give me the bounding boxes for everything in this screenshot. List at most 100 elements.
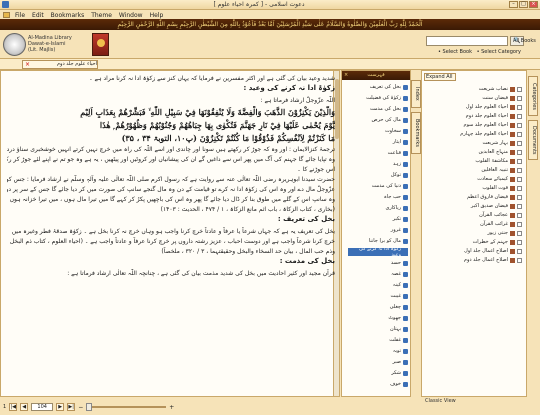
tab-current-book[interactable]: × احیاء علوم جلد دوم bbox=[22, 60, 98, 69]
expand-icon[interactable] bbox=[517, 86, 522, 92]
toc-item[interactable]: زکوٰۃ ادا نہ کرنے کی وعید bbox=[348, 246, 408, 258]
toc-item[interactable]: مال کو برا جاننا bbox=[348, 237, 408, 245]
sidetab-bookmarks[interactable]: Bookmarks bbox=[411, 112, 421, 154]
expand-icon[interactable] bbox=[517, 212, 522, 218]
toc-item[interactable]: بخل کی تعریف bbox=[348, 83, 408, 91]
toc-item[interactable]: دنیا کی مذمت bbox=[348, 182, 408, 190]
toc-item[interactable]: غیبت bbox=[348, 292, 408, 300]
last-page-button[interactable]: ▶| bbox=[67, 403, 76, 411]
expand-icon[interactable] bbox=[517, 185, 522, 191]
toc-item[interactable]: شکر bbox=[348, 369, 408, 377]
sidetab-categories[interactable]: Categories bbox=[528, 76, 538, 116]
zoom-out-icon[interactable]: − bbox=[78, 404, 83, 411]
book-list-item[interactable]: جنتی زیور bbox=[426, 229, 522, 237]
book-list-item[interactable]: نصاب شریعت bbox=[426, 85, 522, 93]
expand-icon[interactable] bbox=[517, 248, 522, 254]
zoom-in-icon[interactable]: + bbox=[169, 404, 174, 411]
prev-page-button[interactable]: ◀ bbox=[20, 403, 29, 411]
next-page-button[interactable]: ▶ bbox=[56, 403, 65, 411]
expand-all-button[interactable]: Expand All bbox=[424, 73, 456, 81]
toc-item[interactable]: غفلت bbox=[348, 336, 408, 344]
menu-bookmarks[interactable]: Bookmarks bbox=[51, 12, 85, 19]
all-books-label[interactable]: All Books bbox=[513, 38, 536, 44]
book-list-item[interactable]: اصلاح اعمال جلد اول bbox=[426, 247, 522, 255]
expand-icon[interactable] bbox=[517, 221, 522, 227]
book-list-item[interactable]: فیضان سنت bbox=[426, 94, 522, 102]
first-page-button[interactable]: |◀ bbox=[9, 403, 18, 411]
book-list-item[interactable]: بہار شریعت bbox=[426, 139, 522, 147]
toc-item[interactable]: ایثار bbox=[348, 138, 408, 146]
expand-icon[interactable] bbox=[517, 230, 522, 236]
toc-item[interactable]: قناعت bbox=[348, 149, 408, 157]
expand-icon[interactable] bbox=[517, 113, 522, 119]
zoom-slider[interactable] bbox=[86, 403, 167, 411]
toc-item[interactable]: مال کی حرص bbox=[348, 116, 408, 124]
expand-icon[interactable] bbox=[517, 257, 522, 263]
menu-edit[interactable]: Edit bbox=[32, 12, 44, 19]
expand-icon[interactable] bbox=[517, 194, 522, 200]
book-list-item[interactable]: جہنم کے خطرات bbox=[426, 238, 522, 246]
book-list-item[interactable]: مکاشفۃ القلوب bbox=[426, 157, 522, 165]
book-list-item[interactable]: اصلاح اعمال جلد دوم bbox=[426, 256, 522, 264]
toc-item[interactable]: بخل کی مذمت bbox=[348, 105, 408, 113]
select-book-link[interactable]: • Select Book bbox=[438, 49, 472, 55]
minimize-button[interactable]: – bbox=[509, 1, 518, 8]
toc-item[interactable]: سخاوت bbox=[348, 127, 408, 135]
sidetab-index[interactable]: Index bbox=[411, 80, 421, 108]
page-number-input[interactable]: 104 bbox=[31, 403, 54, 411]
book-list-item[interactable]: احیاء العلوم جلد سوم bbox=[426, 121, 522, 129]
toc-item[interactable]: چغلی bbox=[348, 303, 408, 311]
toc-item[interactable]: کینہ bbox=[348, 281, 408, 289]
book-list-item[interactable]: احیاء العلوم جلد دوم bbox=[426, 112, 522, 120]
book-list-item[interactable]: قوت القلوب bbox=[426, 184, 522, 192]
toc-item[interactable]: بہتان bbox=[348, 325, 408, 333]
toc-item[interactable]: توبہ bbox=[348, 347, 408, 355]
toc-item[interactable]: غصہ bbox=[348, 270, 408, 278]
classic-view-label[interactable]: Classic View bbox=[425, 398, 456, 404]
toc-item[interactable]: تکبر bbox=[348, 215, 408, 223]
menu-theme[interactable]: Theme bbox=[91, 12, 112, 19]
toc-item[interactable]: زکوٰۃ کی فضیلت bbox=[348, 94, 408, 102]
toc-item[interactable]: توکل bbox=[348, 171, 408, 179]
toc-item[interactable]: صبر bbox=[348, 358, 408, 366]
toc-item[interactable]: خوف bbox=[348, 380, 408, 388]
toc-item[interactable]: حب جاہ bbox=[348, 193, 408, 201]
menu-help[interactable]: Help bbox=[150, 12, 164, 19]
search-input[interactable] bbox=[426, 36, 508, 46]
book-list-item[interactable]: فیضان فاروق اعظم bbox=[426, 193, 522, 201]
book-list-item[interactable]: منہاج العابدین bbox=[426, 148, 522, 156]
expand-icon[interactable] bbox=[517, 239, 522, 245]
expand-icon[interactable] bbox=[517, 149, 522, 155]
page-prefix: 1 bbox=[3, 404, 7, 410]
book-list-item[interactable]: فیضان صدیق اکبر bbox=[426, 202, 522, 210]
book-list-item[interactable]: تنبیہ الغافلین bbox=[426, 166, 522, 174]
toc-item[interactable]: حسد bbox=[348, 259, 408, 267]
book-list-item[interactable]: کیمیائے سعادت bbox=[426, 175, 522, 183]
book-list-item[interactable]: عجائب القرآن bbox=[426, 211, 522, 219]
expand-icon[interactable] bbox=[517, 167, 522, 173]
toc-item[interactable]: زہد bbox=[348, 160, 408, 168]
toc-close-icon[interactable]: × bbox=[344, 71, 348, 80]
close-tab-icon[interactable]: × bbox=[25, 61, 30, 68]
sidetab-documents[interactable]: Documents bbox=[528, 120, 538, 160]
expand-icon[interactable] bbox=[517, 140, 522, 146]
toc-item[interactable]: جھوٹ bbox=[348, 314, 408, 322]
toc-item[interactable]: غرور bbox=[348, 226, 408, 234]
expand-icon[interactable] bbox=[517, 131, 522, 137]
menu-file[interactable]: File bbox=[15, 12, 25, 19]
menu-window[interactable]: Window bbox=[119, 12, 143, 19]
expand-icon[interactable] bbox=[517, 104, 522, 110]
expand-icon[interactable] bbox=[517, 122, 522, 128]
toc-item[interactable]: ریاکاری bbox=[348, 204, 408, 212]
maximize-button[interactable]: □ bbox=[519, 1, 528, 8]
expand-icon[interactable] bbox=[517, 95, 522, 101]
close-button[interactable]: × bbox=[529, 1, 538, 8]
book-list-item[interactable]: احیاء العلوم جلد چہارم bbox=[426, 130, 522, 138]
select-category-link[interactable]: • Select Category bbox=[477, 49, 521, 55]
expand-icon[interactable] bbox=[517, 158, 522, 164]
zoom-slider-knob[interactable] bbox=[86, 403, 93, 411]
book-list-item[interactable]: احیاء العلوم جلد اول bbox=[426, 103, 522, 111]
book-list-item[interactable]: غرائب القرآن bbox=[426, 220, 522, 228]
expand-icon[interactable] bbox=[517, 176, 522, 182]
expand-icon[interactable] bbox=[517, 203, 522, 209]
